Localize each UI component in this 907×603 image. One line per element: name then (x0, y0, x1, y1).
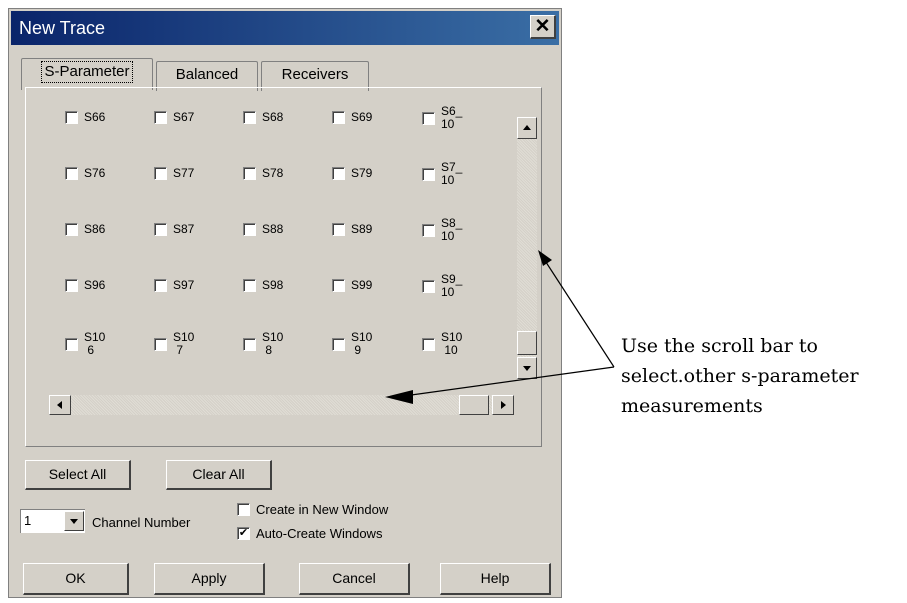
arrow-to-horizontal-scrollbar (403, 366, 615, 397)
arrowhead-left-icon (385, 390, 413, 404)
callout-arrows (385, 250, 615, 404)
arrow-to-vertical-scrollbar (541, 255, 615, 368)
arrowhead-up-icon (538, 250, 552, 266)
